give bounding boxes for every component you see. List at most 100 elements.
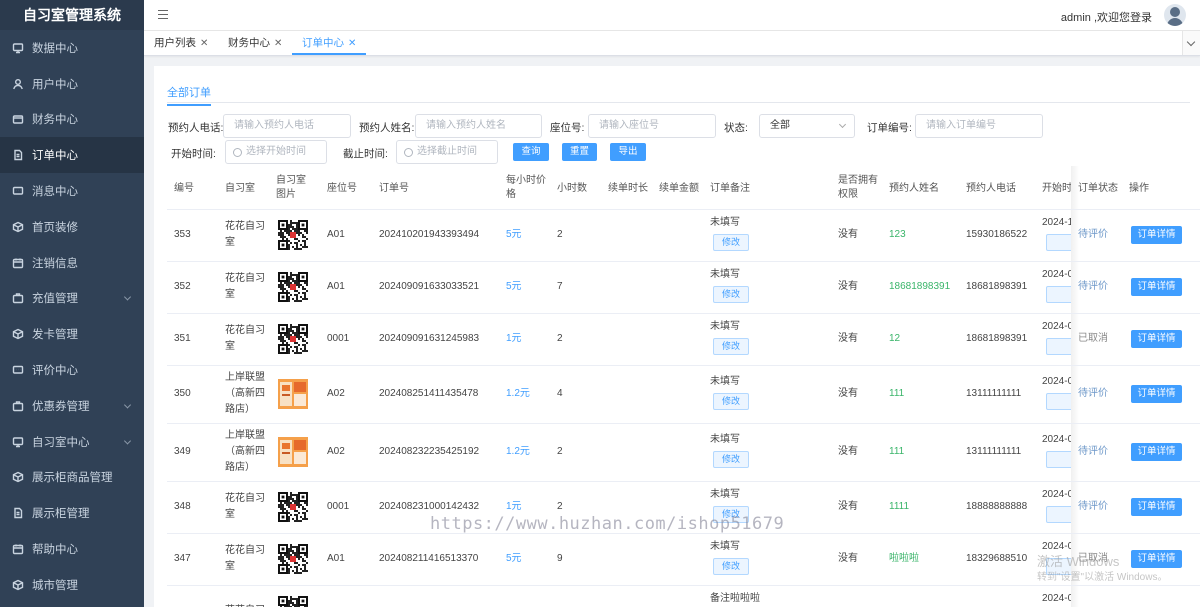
sidebar-item-3[interactable]: 订单中心 bbox=[0, 137, 144, 174]
cell-room: 花花自习 bbox=[225, 603, 265, 607]
modify-button[interactable]: 修改 bbox=[713, 451, 749, 468]
modify-button[interactable]: 修改 bbox=[713, 393, 749, 410]
seat-input[interactable]: 请输入座位号 bbox=[588, 114, 716, 138]
modify-button[interactable]: 修改 bbox=[713, 558, 749, 575]
sidebar-item-5[interactable]: 首页装修 bbox=[0, 209, 144, 245]
cell-price: 5元 bbox=[506, 281, 522, 292]
modify-button[interactable]: 修改 bbox=[713, 338, 749, 355]
cell-price: 5元 bbox=[506, 229, 522, 240]
sidebar-item-label: 展示柜商品管理 bbox=[32, 472, 113, 485]
sidebar-item-label: 注销信息 bbox=[32, 257, 78, 270]
cell-start-time: 2024-0 bbox=[1042, 269, 1074, 280]
clock-icon bbox=[404, 148, 413, 157]
sidebar-item-14[interactable]: 帮助中心 bbox=[0, 531, 144, 567]
sidebar-item-11[interactable]: 自习室中心 bbox=[0, 424, 144, 460]
reset-button[interactable]: 重置 bbox=[562, 143, 597, 161]
cell-status: 待评价 bbox=[1078, 388, 1108, 399]
welcome-text: admin ,欢迎您登录 bbox=[1060, 12, 1152, 24]
export-button[interactable]: 导出 bbox=[610, 143, 646, 161]
sidebar-item-label: 财务中心 bbox=[32, 114, 78, 127]
cell-price: 5元 bbox=[506, 553, 522, 564]
phone-input[interactable]: 请输入预约人电话 bbox=[223, 114, 351, 138]
clock-icon bbox=[233, 148, 242, 157]
modify-button[interactable]: 修改 bbox=[713, 234, 749, 251]
row-divider bbox=[167, 313, 1200, 314]
order-detail-button[interactable]: 订单详情 bbox=[1131, 498, 1182, 516]
end-time-picker[interactable]: 选择截止时间 bbox=[396, 140, 498, 164]
start-time-picker[interactable]: 选择开始时间 bbox=[225, 140, 327, 164]
cell-room: 上岸联盟 bbox=[225, 430, 265, 441]
calendar-icon bbox=[12, 543, 24, 555]
cell-seat: 0001 bbox=[327, 333, 350, 344]
sidebar-item-9[interactable]: 评价中心 bbox=[0, 352, 144, 388]
cell-price: 1元 bbox=[506, 501, 522, 512]
cell-hours: 2 bbox=[557, 446, 563, 457]
cell-id: 350 bbox=[174, 388, 191, 399]
cell-seat: A02 bbox=[327, 388, 345, 399]
cell-order-no: 202408231000142432 bbox=[379, 501, 480, 512]
order-detail-button[interactable]: 订单详情 bbox=[1131, 226, 1182, 244]
col-price: 每小时价格 bbox=[506, 175, 546, 200]
name-input[interactable]: 请输入预约人姓名 bbox=[415, 114, 542, 138]
sidebar-item-6[interactable]: 注销信息 bbox=[0, 245, 144, 281]
cell-room: 室 bbox=[225, 509, 235, 520]
cell-remark: 未填写 bbox=[710, 434, 740, 445]
cell-id: 352 bbox=[174, 281, 191, 292]
cell-order-no: 202409091631245983 bbox=[379, 333, 480, 344]
sidebar-item-7[interactable]: 充值管理 bbox=[0, 281, 144, 317]
cell-id: 347 bbox=[174, 553, 191, 564]
cell-room: （高新四 bbox=[225, 388, 265, 399]
query-button[interactable]: 查询 bbox=[513, 143, 549, 161]
cell-status: 已取消 bbox=[1078, 333, 1108, 344]
col-seat: 座位号 bbox=[327, 183, 357, 194]
col-ops: 操作 bbox=[1129, 183, 1149, 194]
tab-finance[interactable]: 财务中心 ✕ bbox=[218, 31, 292, 55]
close-icon[interactable]: ✕ bbox=[200, 38, 208, 49]
sidebar-item-label: 消息中心 bbox=[32, 186, 78, 199]
col-room-image: 自习室图片 bbox=[276, 175, 306, 200]
sidebar-item-4[interactable]: 消息中心 bbox=[0, 173, 144, 209]
row-divider bbox=[167, 365, 1200, 366]
cell-phone: 13111111111 bbox=[966, 446, 1022, 457]
cell-remark: 未填写 bbox=[710, 376, 740, 387]
sidebar-item-0[interactable]: 数据中心 bbox=[0, 30, 144, 66]
order-detail-button[interactable]: 订单详情 bbox=[1131, 330, 1182, 348]
chevron-down-icon bbox=[123, 293, 132, 302]
order-detail-button[interactable]: 订单详情 bbox=[1131, 278, 1182, 296]
sidebar-item-15[interactable]: 城市管理 bbox=[0, 567, 144, 603]
col-status: 订单状态 bbox=[1078, 183, 1118, 194]
cell-remark: 备注啦啦啦 bbox=[710, 593, 760, 604]
menu-toggle-icon[interactable] bbox=[158, 10, 168, 19]
sidebar-item-2[interactable]: 财务中心 bbox=[0, 102, 144, 138]
sidebar-item-13[interactable]: 展示柜管理 bbox=[0, 495, 144, 531]
cell-seat: A02 bbox=[327, 446, 345, 457]
sidebar-item-8[interactable]: 发卡管理 bbox=[0, 316, 144, 352]
close-icon[interactable]: ✕ bbox=[348, 38, 356, 49]
activate-windows-text: 转到"设置"以激活 Windows。 bbox=[1037, 572, 1168, 583]
col-renew-time: 续单时长 bbox=[608, 183, 648, 194]
tab-orders[interactable]: 订单中心 ✕ bbox=[292, 31, 367, 55]
avatar[interactable] bbox=[1164, 4, 1186, 26]
order-detail-button[interactable]: 订单详情 bbox=[1131, 385, 1182, 403]
phone-label: 预约人电话: bbox=[168, 122, 224, 134]
close-icon[interactable]: ✕ bbox=[274, 38, 282, 49]
box-icon bbox=[12, 221, 24, 233]
chevron-down-icon[interactable] bbox=[1182, 31, 1200, 55]
cell-order-no: 202408232235425192 bbox=[379, 446, 480, 457]
user-icon bbox=[12, 78, 24, 90]
sidebar-menu: 数据中心 用户中心财务中心订单中心消息中心首页装修注销信息充值管理 发卡管理 评价中心… bbox=[0, 30, 144, 603]
cell-status: 待评价 bbox=[1078, 446, 1108, 457]
order-detail-button[interactable]: 订单详情 bbox=[1131, 443, 1182, 461]
cell-seat: A01 bbox=[327, 281, 345, 292]
modify-button[interactable]: 修改 bbox=[713, 286, 749, 303]
row-divider bbox=[1071, 313, 1200, 314]
tab-user-list[interactable]: 用户列表 ✕ bbox=[144, 31, 218, 55]
sidebar-item-12[interactable]: 展示柜商品管理 bbox=[0, 460, 144, 496]
sidebar-item-1[interactable]: 用户中心 bbox=[0, 66, 144, 102]
status-select[interactable]: 全部 bbox=[759, 114, 855, 138]
order-detail-button[interactable]: 订单详情 bbox=[1131, 550, 1182, 568]
sidebar-item-10[interactable]: 优惠券管理 bbox=[0, 388, 144, 424]
cell-permission: 没有 bbox=[838, 553, 858, 564]
monitor-icon bbox=[12, 436, 24, 448]
order-no-input[interactable]: 请输入订单编号 bbox=[915, 114, 1043, 138]
